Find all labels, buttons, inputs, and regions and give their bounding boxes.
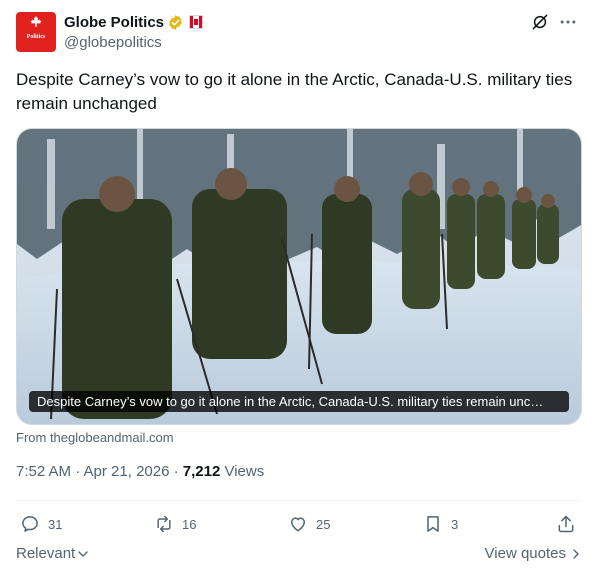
action-bar: 31 16 25 3 xyxy=(16,508,582,540)
view-quotes-link[interactable]: View quotes xyxy=(485,545,582,562)
bookmark-button[interactable]: 3 xyxy=(423,508,458,540)
sort-replies-button[interactable]: Relevant xyxy=(16,545,89,562)
repost-icon xyxy=(157,515,171,533)
avatar-label: Politics xyxy=(26,34,46,40)
media-caption: Despite Carney’s vow to go it alone in t… xyxy=(29,391,569,412)
share-icon[interactable] xyxy=(556,514,576,534)
post-timestamp[interactable]: 7:52 AM · Apr 21, 2026 · xyxy=(16,463,183,480)
like-button[interactable]: 25 xyxy=(288,508,330,540)
bookmark-count: 3 xyxy=(451,516,459,532)
post-header: Politics Globe Politics @globepolitics xyxy=(16,12,582,54)
link-card-image[interactable]: Despite Carney’s vow to go it alone in t… xyxy=(16,128,582,425)
repost-count: 16 xyxy=(182,516,197,532)
reply-count: 31 xyxy=(48,516,63,532)
gold-verified-badge-icon[interactable] xyxy=(167,14,184,31)
author-display-name[interactable]: Globe Politics xyxy=(64,14,164,31)
link-source[interactable]: From theglobeandmail.com xyxy=(16,430,174,445)
avatar[interactable]: Politics xyxy=(16,12,56,52)
reply-button[interactable]: 31 xyxy=(20,508,62,540)
replies-footer: Relevant View quotes xyxy=(16,545,582,565)
author-handle[interactable]: @globepolitics xyxy=(64,34,203,51)
views-label: Views xyxy=(220,463,265,480)
repost-button[interactable]: 16 xyxy=(154,508,196,540)
chevron-down-icon xyxy=(78,550,88,557)
post-metadata: 7:52 AM · Apr 21, 2026 · 7,212 Views xyxy=(16,463,264,480)
like-count: 25 xyxy=(316,516,331,532)
post-text: Despite Carney’s vow to go it alone in t… xyxy=(16,70,573,113)
divider xyxy=(16,500,582,501)
heart-icon xyxy=(291,517,305,532)
views-count: 7,212 xyxy=(182,463,221,480)
view-quotes-label: View quotes xyxy=(484,545,566,562)
canada-flag-icon xyxy=(189,15,204,29)
grok-icon[interactable] xyxy=(530,12,550,32)
more-options-icon[interactable] xyxy=(558,12,578,32)
author-info: Globe Politics @globepolitics xyxy=(64,12,204,51)
soldiers-snowshoeing-photo xyxy=(17,129,581,424)
maple-leaf-icon xyxy=(30,15,42,27)
reply-icon xyxy=(22,516,38,532)
chevron-right-icon xyxy=(573,548,579,559)
sort-label: Relevant xyxy=(16,545,76,562)
bookmark-icon xyxy=(427,516,439,532)
